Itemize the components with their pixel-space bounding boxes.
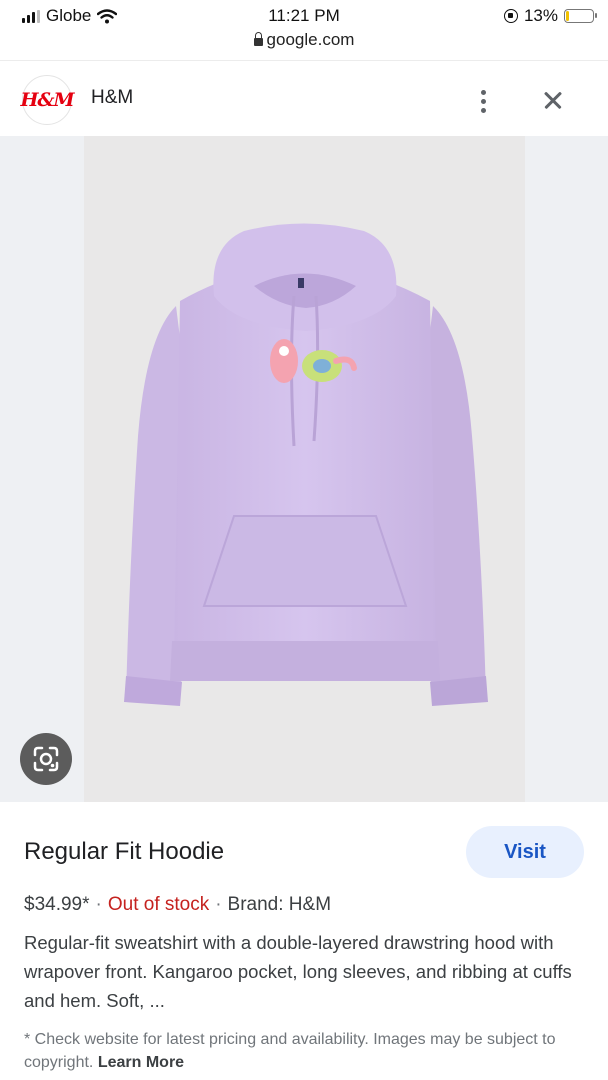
brand-logo-text: H&M — [20, 89, 74, 111]
brand-logo[interactable]: H&M — [20, 75, 75, 125]
result-header: H&M H&M — [0, 60, 608, 136]
lens-glyph — [33, 746, 59, 772]
status-right: 13% — [503, 6, 597, 26]
meta-separator: · — [95, 894, 102, 915]
hoodie-illustration — [124, 223, 488, 706]
product-meta: $34.99* · Out of stock · Brand: H&M — [24, 894, 331, 916]
stock-status: Out of stock — [107, 894, 210, 915]
status-bar: Globe 11:21 PM google.com 13% — [0, 0, 608, 58]
product-description: Regular-fit sweatshirt with a double-lay… — [24, 932, 572, 1011]
learn-more-link[interactable]: Learn More — [98, 1054, 184, 1071]
product-image[interactable] — [84, 136, 525, 802]
google-lens-icon[interactable] — [20, 733, 72, 785]
brand-name[interactable]: H&M — [91, 87, 133, 109]
disclaimer: * Check website for latest pricing and a… — [24, 1028, 584, 1074]
battery-percent: 13% — [523, 6, 558, 25]
url-bar[interactable]: google.com — [0, 30, 608, 50]
lock-icon — [253, 32, 263, 46]
battery-icon — [564, 9, 597, 23]
more-vert-icon[interactable] — [466, 81, 500, 121]
battery-fill — [566, 11, 569, 21]
product-price: $34.99* — [24, 894, 90, 915]
orientation-lock-icon — [503, 9, 518, 23]
product-info: Regular Fit Hoodie Visit $34.99* · Out of … — [0, 802, 608, 1080]
url-text: google.com — [266, 30, 355, 49]
close-icon[interactable] — [534, 81, 572, 119]
meta-separator: · — [215, 894, 222, 915]
visit-button[interactable]: Visit — [466, 826, 584, 878]
product-title: Regular Fit Hoodie — [24, 838, 225, 865]
product-brand: Brand: H&M — [227, 894, 332, 915]
image-viewer — [0, 136, 608, 802]
